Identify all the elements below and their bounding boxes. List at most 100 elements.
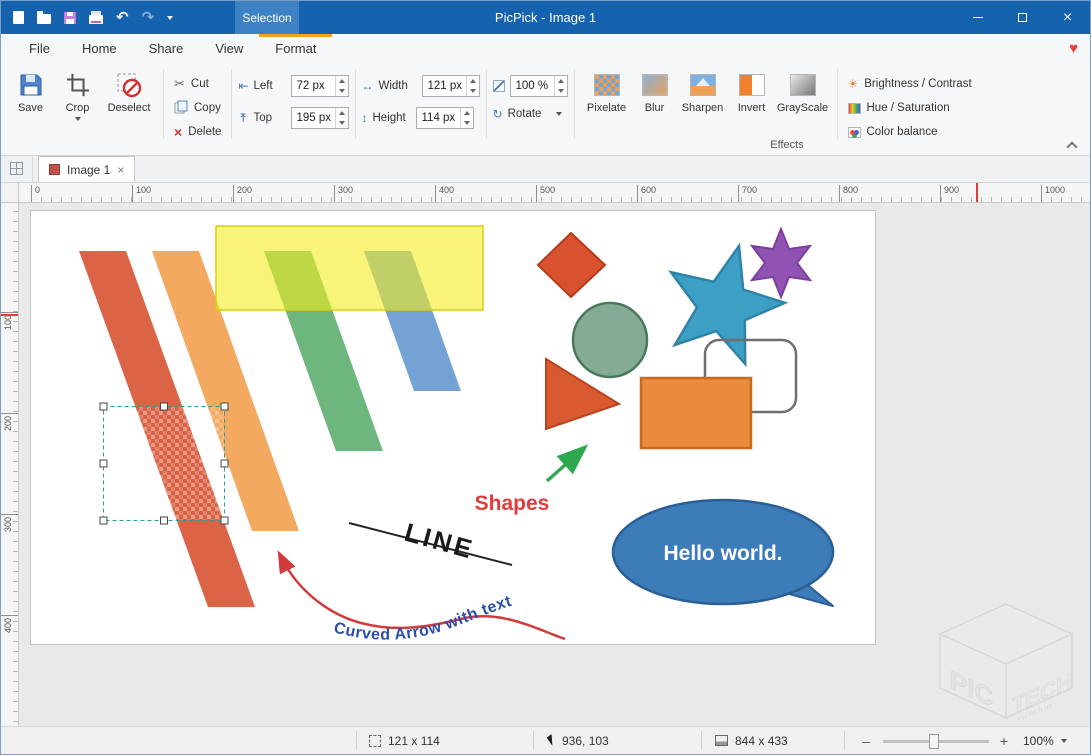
- yellow-rectangle: [216, 226, 483, 310]
- deselect-button[interactable]: Deselect: [101, 69, 157, 114]
- left-spin-buttons[interactable]: [335, 76, 348, 96]
- zoom-in-button[interactable]: +: [995, 727, 1013, 754]
- rotate-dropdown-icon[interactable]: [556, 112, 562, 116]
- selection-handle[interactable]: [221, 403, 228, 410]
- open-file-icon[interactable]: [37, 14, 51, 24]
- size-group: ↔ Width 121 px ↕ Height 114 px: [362, 69, 480, 129]
- copy-label: Copy: [194, 102, 221, 114]
- circle-shape: [573, 303, 647, 377]
- selection-handle[interactable]: [100, 460, 107, 467]
- selection-handle[interactable]: [221, 517, 228, 524]
- picpick-window: ↶ ↷ PicPick - Image 1 Selection × File H…: [0, 0, 1091, 755]
- grayscale-button[interactable]: GrayScale: [775, 69, 831, 114]
- hue-saturation-button[interactable]: Hue / Saturation: [844, 98, 976, 118]
- cut-icon: ✂: [174, 76, 185, 92]
- pictech-watermark: PIC TECH PicTech.us: [936, 602, 1076, 722]
- pixelate-label: Pixelate: [587, 102, 626, 114]
- ruler-tick-label: 500: [536, 185, 555, 203]
- grid-icon: [10, 162, 23, 175]
- tab-format[interactable]: Format: [259, 34, 332, 63]
- effects-group-label: Effects: [745, 139, 829, 151]
- ribbon-separator: [574, 69, 575, 139]
- crop-button[interactable]: Crop: [54, 69, 101, 121]
- invert-label: Invert: [738, 102, 766, 114]
- tab-view[interactable]: View: [199, 34, 259, 63]
- selection-mode-chip[interactable]: Selection: [235, 1, 299, 34]
- height-spinner[interactable]: 114 px: [416, 107, 474, 129]
- toolbar-dropdown-icon[interactable]: [167, 16, 173, 20]
- donate-heart-icon[interactable]: ♥: [1069, 34, 1078, 63]
- new-file-icon[interactable]: [13, 11, 24, 24]
- collapse-ribbon-icon[interactable]: [1066, 141, 1077, 152]
- deselect-label: Deselect: [108, 102, 151, 114]
- sharpen-label: Sharpen: [682, 102, 724, 114]
- zoom-level-value: 100%: [1023, 734, 1054, 748]
- minimize-button[interactable]: [955, 1, 1000, 34]
- maximize-button[interactable]: [1000, 1, 1045, 34]
- width-value[interactable]: 121 px: [423, 76, 466, 96]
- crop-dropdown-icon[interactable]: [75, 117, 81, 121]
- redo-icon[interactable]: ↷: [142, 10, 155, 25]
- selection-handle[interactable]: [100, 403, 107, 410]
- copy-button[interactable]: Copy: [170, 98, 225, 118]
- position-group: ⇤ Left 72 px ⇥ Top 195 px: [238, 69, 348, 129]
- color-balance-button[interactable]: Color balance: [844, 122, 976, 142]
- height-value[interactable]: 114 px: [417, 108, 460, 128]
- horizontal-ruler: 0 100 200 300 400 500 600 700 800 900 10…: [19, 183, 1090, 203]
- tab-close-icon[interactable]: ×: [117, 164, 124, 176]
- scale-spinner[interactable]: 100 %: [510, 75, 568, 97]
- ribbon-separator: [355, 69, 356, 139]
- zoom-level[interactable]: 100%: [1023, 727, 1067, 754]
- height-label: Height: [373, 112, 411, 124]
- width-spin-buttons[interactable]: [466, 76, 479, 96]
- selection-handle[interactable]: [221, 460, 228, 467]
- tab-share[interactable]: Share: [133, 34, 200, 63]
- document-tab-image1[interactable]: Image 1 ×: [38, 156, 135, 182]
- selection-handle[interactable]: [161, 403, 168, 410]
- canvas-viewport: Shapes LINE Curved Arrow with text Hello…: [19, 203, 1090, 728]
- top-spin-buttons[interactable]: [335, 108, 348, 128]
- left-spinner[interactable]: 72 px: [291, 75, 349, 97]
- tab-file[interactable]: File: [13, 34, 66, 63]
- left-value[interactable]: 72 px: [292, 76, 335, 96]
- tab-home[interactable]: Home: [66, 34, 133, 63]
- zoom-out-button[interactable]: –: [857, 727, 875, 754]
- scale-value[interactable]: 100 %: [511, 76, 554, 96]
- ruler-tick-label: 900: [940, 185, 959, 203]
- top-value[interactable]: 195 px: [292, 108, 335, 128]
- delete-button[interactable]: × Delete: [170, 122, 225, 142]
- ruler-tick-label: 1000: [1041, 185, 1065, 203]
- print-icon[interactable]: [89, 15, 103, 24]
- invert-button[interactable]: Invert: [729, 69, 775, 114]
- scale-spin-buttons[interactable]: [554, 76, 567, 96]
- cut-button[interactable]: ✂ Cut: [170, 74, 225, 94]
- zoom-slider[interactable]: [883, 740, 989, 743]
- width-spinner[interactable]: 121 px: [422, 75, 480, 97]
- pixelate-button[interactable]: Pixelate: [581, 69, 633, 114]
- brightness-contrast-button[interactable]: ☀ Brightness / Contrast: [844, 74, 976, 94]
- zoom-dropdown-icon[interactable]: [1061, 739, 1067, 743]
- selection-handle[interactable]: [161, 517, 168, 524]
- rotate-button[interactable]: ↻ Rotate: [493, 107, 568, 121]
- save-button[interactable]: Save: [7, 69, 54, 114]
- statusbar-separator: [533, 731, 534, 750]
- height-spin-buttons[interactable]: [460, 108, 473, 128]
- save-label: Save: [18, 102, 43, 114]
- height-icon: ↕: [362, 111, 368, 125]
- blur-button[interactable]: Blur: [633, 69, 677, 114]
- minimize-icon: [973, 17, 983, 18]
- top-spinner[interactable]: 195 px: [291, 107, 349, 129]
- undo-icon[interactable]: ↶: [116, 10, 129, 25]
- zoom-slider-thumb[interactable]: [929, 734, 939, 749]
- cursor-x-marker: [976, 183, 978, 203]
- tab-list-button[interactable]: [1, 155, 33, 182]
- sharpen-button[interactable]: Sharpen: [677, 69, 729, 114]
- close-button[interactable]: ×: [1045, 1, 1090, 34]
- crop-icon: [64, 71, 92, 99]
- vertical-ruler: 100 200 300 400: [1, 203, 19, 728]
- selection-handle[interactable]: [100, 517, 107, 524]
- image-canvas[interactable]: Shapes LINE Curved Arrow with text Hello…: [31, 211, 875, 644]
- selection-size-value: 121 x 114: [388, 734, 440, 748]
- save-file-icon[interactable]: [64, 12, 76, 24]
- title-bar: ↶ ↷ PicPick - Image 1 Selection ×: [1, 1, 1090, 34]
